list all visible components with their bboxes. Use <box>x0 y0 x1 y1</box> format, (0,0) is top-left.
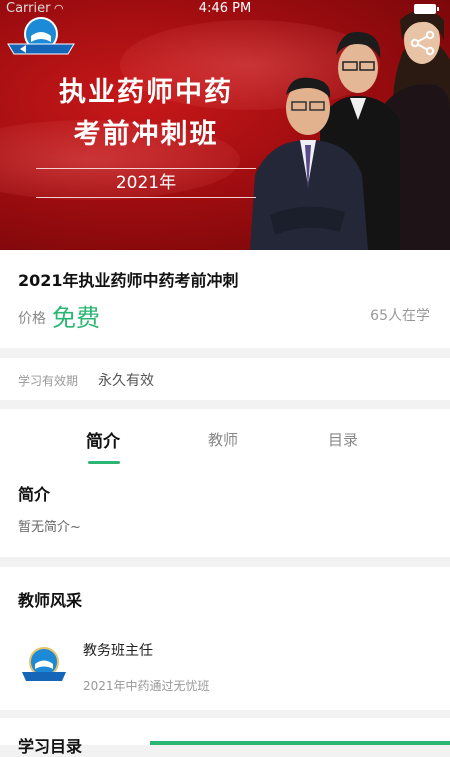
divider <box>36 168 256 169</box>
banner-year: 2021年 <box>115 173 177 193</box>
banner-year-row: 2021年 <box>36 168 256 198</box>
content-card: 简介 教师 目录 简介 暂无简介~ <box>0 409 450 557</box>
banner-title-block: 执业药师中药 考前冲刺班 2021年 <box>36 72 256 198</box>
price-label: 价格 <box>18 311 46 327</box>
teacher-description: 2021年中药通过无忧班 <box>83 679 210 693</box>
intro-text: 暂无简介~ <box>18 520 81 535</box>
validity-label: 学习有效期 <box>18 374 79 388</box>
banner-title-line-2: 考前冲刺班 <box>73 119 219 150</box>
tab-intro[interactable]: 简介 <box>86 427 120 452</box>
validity-card: 学习有效期 永久有效 <box>0 358 450 400</box>
course-info-card: 2021年执业药师中药考前冲刺 价格 免费 65人在学 <box>0 250 450 348</box>
tab-teachers[interactable]: 教师 <box>208 429 238 450</box>
back-button[interactable] <box>6 14 76 58</box>
price-value: 免费 <box>52 304 100 332</box>
catalog-heading: 学习目录 <box>18 737 83 756</box>
bottom-action-bar[interactable] <box>150 741 450 745</box>
share-icon[interactable] <box>410 30 436 56</box>
intro-heading: 简介 <box>18 485 51 504</box>
course-title: 2021年执业药师中药考前冲刺 <box>18 271 239 290</box>
learner-count: 65人在学 <box>370 308 430 324</box>
teachers-card: 教师风采 教务班主任 2021年中药通过无忧班 <box>0 567 450 710</box>
teachers-heading: 教师风采 <box>18 591 83 610</box>
banner-title-line-1: 执业药师中药 <box>59 77 233 108</box>
validity-value: 永久有效 <box>98 373 154 389</box>
tab-catalog[interactable]: 目录 <box>328 429 358 450</box>
active-tab-indicator <box>88 461 120 464</box>
teacher-name: 教务班主任 <box>83 643 153 659</box>
avatar <box>22 647 66 681</box>
battery-icon <box>414 4 439 14</box>
divider <box>36 197 256 198</box>
